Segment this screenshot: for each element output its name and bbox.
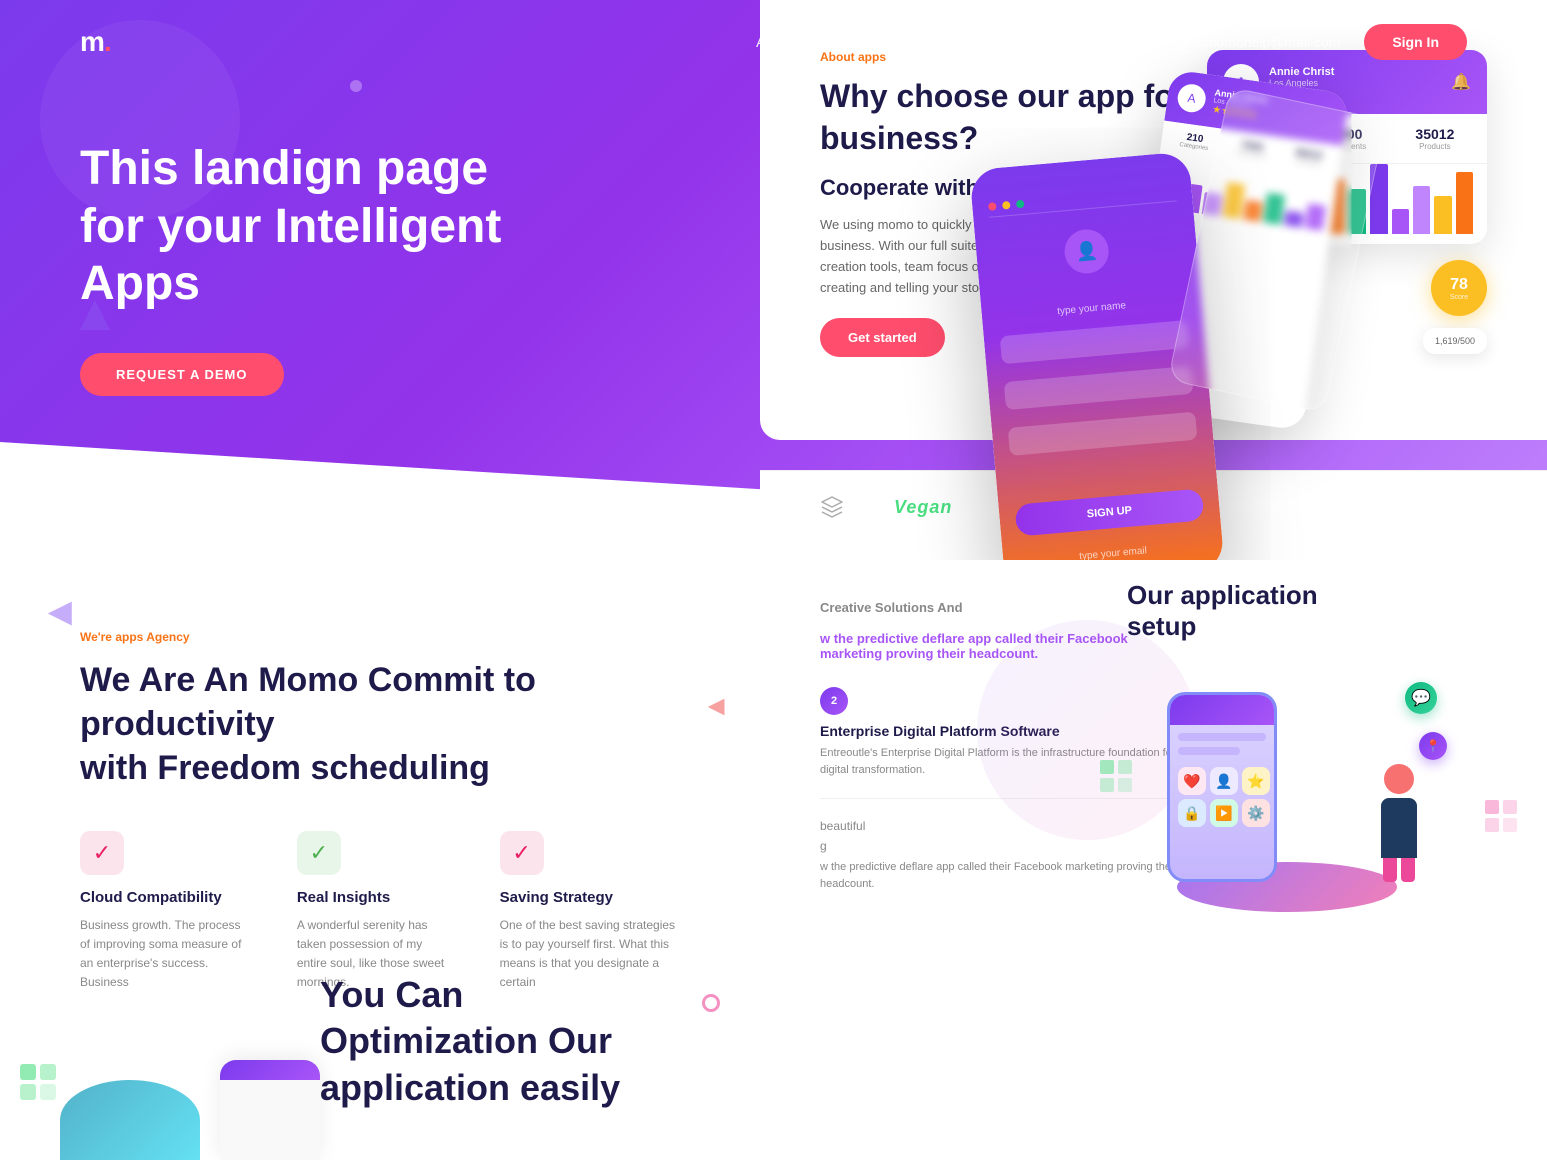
app-setup-section: Our applicationsetup ❤️ 👤 [1127, 580, 1487, 932]
phone-input-name [1000, 320, 1190, 364]
person-head [1384, 764, 1414, 794]
phone-label-name: type your name [998, 295, 1186, 322]
phone-label-email: type your email [1019, 540, 1207, 560]
logo: m. [80, 26, 111, 58]
nav-page[interactable]: Page [1102, 34, 1137, 51]
illus-phone: ❤️ 👤 ⭐ 🔒 ▶️ ⚙️ [1167, 692, 1277, 882]
person-leg-l [1383, 858, 1397, 882]
nav-links: Apps Portfolio Screen Pricing Page [756, 34, 1137, 51]
phone-stat-categories: 210 Categories [1179, 131, 1210, 152]
score-label: Score [1450, 294, 1468, 301]
setup-title: Our applicationsetup [1127, 580, 1487, 642]
app-icon-star: ⭐ [1242, 767, 1270, 795]
email-icon: @ [1177, 32, 1197, 52]
partner-brand [820, 495, 844, 519]
signin-button[interactable]: Sign In [1364, 24, 1467, 60]
app-setup-illustration: ❤️ 👤 ⭐ 🔒 ▶️ ⚙️ [1127, 672, 1447, 932]
hero-phones: A Annie Christ Los Angeles ★★★★★ 210 Cat… [927, 60, 1347, 560]
optimize-title: You Can Optimization Our application eas… [320, 952, 680, 1112]
app-icon-play: ▶️ [1210, 799, 1238, 827]
logo-dot: . [104, 26, 111, 57]
solution-2-desc: w the predictive deflare app called thei… [820, 859, 1180, 892]
request-demo-button[interactable]: REQUEST A DEMO [80, 353, 284, 396]
chart-bar [1434, 196, 1451, 234]
score-badge: 78 Score [1431, 260, 1487, 316]
chart-bar [1413, 186, 1430, 234]
nav-apps[interactable]: Apps [756, 34, 790, 51]
cloud-check-icon: ✓ [93, 840, 111, 866]
nav-screen[interactable]: Screen [927, 34, 975, 51]
download-value: 1,619/500 [1435, 336, 1475, 346]
app-icon-lock: 🔒 [1178, 799, 1206, 827]
bottom-green-squares [20, 1064, 56, 1100]
phone-back-avatar: A [1176, 82, 1208, 114]
person-body [1381, 798, 1417, 858]
insights-icon-box: ✓ [297, 831, 341, 875]
phone-signup-button[interactable]: SIGN UP [1014, 488, 1204, 536]
nav-email: @ momohelp@mail.com [1177, 32, 1341, 52]
nav-pricing[interactable]: Pricing [1010, 34, 1065, 51]
navbar: m. Apps Portfolio Screen Pricing Page @ … [0, 0, 1547, 84]
float-chat-icon: 💬 [1405, 682, 1437, 714]
chart-bar [1392, 209, 1409, 234]
insights-check-icon: ✓ [310, 840, 328, 866]
stat-products: 35012 Products [1415, 126, 1454, 151]
score-value: 78 [1450, 276, 1468, 294]
solutions-tag: Creative Solutions And [820, 600, 1180, 615]
about-title: We Are An Momo Commit to productivitywit… [80, 658, 680, 791]
tri-left-icon: ◄ [40, 590, 80, 635]
insights-title: Real Insights [297, 889, 450, 906]
agency-tag: We're apps Agency [80, 630, 680, 644]
person-legs [1383, 858, 1415, 882]
phone-avatar: 👤 [1063, 228, 1111, 276]
nav-portfolio[interactable]: Portfolio [826, 34, 891, 51]
cloud-title: Cloud Compatibility [80, 889, 247, 906]
person-leg-r [1401, 858, 1415, 882]
pink-squares [1485, 800, 1517, 832]
app-icon-gear: ⚙️ [1242, 799, 1270, 827]
green-squares [1100, 760, 1132, 792]
solutions-section: Creative Solutions And w the predictive … [760, 560, 1547, 952]
phone-input-extra [1008, 412, 1198, 456]
saving-icon-box: ✓ [500, 831, 544, 875]
hero-title: This landign pagefor your Intelligent Ap… [80, 140, 540, 313]
page-wrapper: m. Apps Portfolio Screen Pricing Page @ … [0, 0, 1547, 1160]
phone-input-email [1004, 366, 1194, 410]
teal-blob [60, 1080, 200, 1160]
tri-right-icon: ◄ [702, 690, 730, 722]
solution-step-2: 2 [820, 687, 848, 715]
bottom-left-section: You Can Optimization Our application eas… [0, 952, 760, 1160]
download-badge: 1,619/500 [1423, 328, 1487, 354]
cloud-icon-box: ✓ [80, 831, 124, 875]
solution-2-sub: g [820, 839, 1180, 853]
saving-title: Saving Strategy [500, 889, 680, 906]
saving-check-icon: ✓ [512, 840, 530, 866]
float-pin-icon: 📍 [1419, 732, 1447, 760]
app-icon-heart: ❤️ [1178, 767, 1206, 795]
app-icon-user: 👤 [1210, 767, 1238, 795]
mini-phone [220, 1060, 320, 1160]
get-started-button[interactable]: Get started [820, 318, 945, 357]
illus-person [1381, 764, 1417, 882]
chart-bar [1456, 172, 1473, 234]
